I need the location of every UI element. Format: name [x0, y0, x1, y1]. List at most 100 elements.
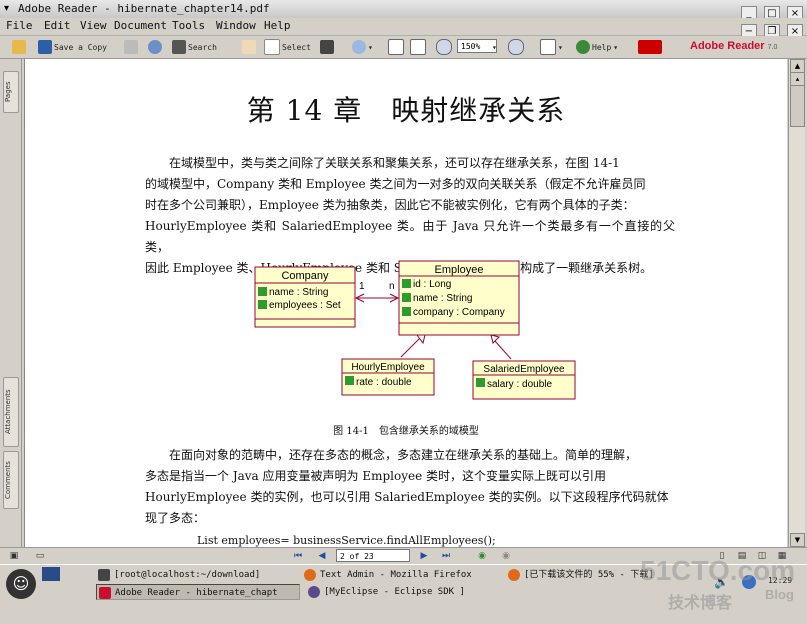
first-page-button[interactable]: ⏮ [292, 550, 304, 562]
eclipse-icon [308, 586, 320, 598]
scroll-thumb[interactable] [790, 85, 805, 127]
go-forward-button[interactable]: ◉ [500, 550, 512, 562]
task-eclipse[interactable]: [MyEclipse - Eclipse SDK ] [306, 584, 504, 600]
window-menu-icon[interactable]: ▾ [4, 3, 9, 14]
zoom-in-button[interactable] [508, 38, 524, 56]
hand-tool-button[interactable] [242, 38, 256, 56]
menu-edit[interactable]: Edit [44, 19, 71, 32]
print-button[interactable] [124, 38, 138, 56]
help-label: Help [592, 42, 612, 52]
vertical-scrollbar[interactable]: ▲ ▴ ▼ [788, 59, 805, 547]
search-button[interactable]: Search [172, 38, 217, 56]
chevron-down-icon: ▾ [368, 42, 373, 52]
zoom-out-button[interactable] [436, 38, 452, 56]
workspace-icon[interactable] [42, 567, 60, 581]
text-line: 在域模型中，类与类之间除了关联关系和聚集关系，还可以存在继承关系，在图 14-1 [169, 156, 620, 170]
select-tool-button[interactable]: Select [264, 38, 311, 56]
menu-window[interactable]: Window [216, 19, 256, 32]
scroll-up-button[interactable]: ▲ [790, 59, 805, 73]
inheritance-arrow [416, 334, 426, 345]
page-size-icon: ▭ [35, 551, 45, 561]
firefox-icon [304, 569, 316, 581]
menu-file[interactable]: File [6, 19, 33, 32]
go-back-button[interactable]: ◉ [476, 550, 488, 562]
scroll-down-button[interactable]: ▼ [790, 533, 805, 547]
previous-page-button[interactable]: ◀ [316, 550, 328, 562]
page-layout-button[interactable]: ▾ [540, 38, 563, 56]
class-name: Company [281, 270, 329, 282]
zoom-level-input[interactable]: 150% [457, 39, 497, 53]
actual-size-button[interactable] [388, 38, 404, 56]
comments-tab[interactable]: Comments [3, 451, 19, 509]
fit-width-icon [410, 39, 426, 55]
attribute: name : String [413, 293, 472, 304]
attribute-icon [476, 378, 485, 387]
terminal-icon [98, 569, 110, 581]
page-height-icon [388, 39, 404, 55]
menu-view[interactable]: View [80, 19, 107, 32]
zoom-dropdown[interactable]: ▾ [492, 38, 497, 56]
pages-tab[interactable]: Pages [3, 71, 19, 113]
text-line: 现了多态： [145, 511, 206, 525]
task-terminal[interactable]: [root@localhost:~/download] [96, 567, 296, 583]
attribute: name : String [269, 287, 328, 298]
open-button[interactable] [12, 38, 26, 56]
multiplicity-one: 1 [359, 281, 365, 292]
navigation-pane: Pages Attachments Comments [0, 59, 22, 547]
window-title: Adobe Reader - hibernate_chapter14.pdf [18, 2, 270, 15]
menu-tools[interactable]: Tools [172, 19, 205, 32]
document-view[interactable]: 第 14 章 映射继承关系 在域模型中，类与类之间除了关联关系和聚集关系，还可以… [24, 59, 787, 547]
task-label: [已下载该文件的 55% - 下载] [524, 570, 654, 580]
menu-document[interactable]: Document [114, 19, 167, 32]
fit-width-button[interactable] [410, 38, 426, 56]
attribute-icon [402, 307, 411, 316]
magnifier-icon [352, 40, 366, 54]
toggle-pane-icon[interactable]: ▣ [8, 550, 20, 562]
text-line: 在面向对象的范畴中，还存在多态的概念，多态建立在继承关系的基础上。简单的理解， [169, 448, 638, 462]
inheritance-line [400, 336, 422, 358]
page-number-field[interactable]: 2 of 23 [336, 549, 410, 562]
uml-diagram: Company name : String employees : Set Em… [254, 260, 576, 400]
email-button[interactable] [148, 38, 162, 56]
help-button[interactable]: Help ▾ [576, 38, 618, 56]
zoom-tool-button[interactable]: ▾ [352, 38, 373, 56]
camera-icon [320, 40, 334, 54]
cursor-icon [264, 39, 280, 55]
task-firefox[interactable]: Text Admin - Mozilla Firefox [302, 567, 500, 583]
snapshot-button[interactable] [320, 38, 334, 56]
menu-help[interactable]: Help [264, 19, 291, 32]
attribute: rate : double [356, 377, 412, 388]
multiplicity-many: n [389, 281, 395, 292]
task-label: Adobe Reader - hibernate_chapt [115, 588, 278, 598]
class-name: HourlyEmployee [351, 362, 425, 373]
uml-class-company: Company name : String employees : Set [254, 266, 356, 328]
split-handle[interactable]: ▴ [790, 72, 805, 86]
next-page-button[interactable]: ▶ [418, 550, 430, 562]
save-copy-button[interactable]: Save a Copy [38, 38, 107, 56]
attribute-icon [345, 376, 354, 385]
last-page-button[interactable]: ⏭ [440, 550, 452, 562]
paragraph-2: 在面向对象的范畴中，还存在多态的概念，多态建立在继承关系的基础上。简单的理解， … [145, 445, 675, 529]
page-layout-icon [540, 39, 556, 55]
attribute: id : Long [413, 279, 451, 290]
yahoo-button[interactable] [638, 38, 662, 56]
disk-icon [38, 40, 52, 54]
adobe-icon [99, 587, 111, 599]
text-line: 的域模型中，Company 类和 Employee 类之间为一对多的双向关联关系… [145, 177, 646, 191]
start-menu-icon[interactable]: ☺ [6, 569, 36, 599]
inheritance-arrow [490, 334, 500, 344]
adobe-reader-logo: Adobe Reader 7.0 [690, 40, 777, 52]
yahoo-icon [638, 40, 662, 54]
attachments-tab[interactable]: Attachments [3, 377, 19, 447]
watermark-site: 51CTO.com [640, 555, 796, 586]
text-line: HourlyEmployee 类的实例，也可以引用 SalariedEmploy… [145, 490, 669, 504]
attribute-icon [402, 293, 411, 302]
zoom-out-icon [436, 39, 452, 55]
task-adobe-reader[interactable]: Adobe Reader - hibernate_chapt [96, 584, 300, 600]
task-label: [root@localhost:~/download] [114, 570, 261, 580]
class-name: Employee [435, 264, 484, 276]
attribute: employees : Set [269, 300, 341, 311]
chevron-down-icon: ▾ [492, 42, 497, 52]
chapter-title: 第 14 章 映射继承关系 [246, 94, 566, 127]
attribute: salary : double [487, 379, 552, 390]
